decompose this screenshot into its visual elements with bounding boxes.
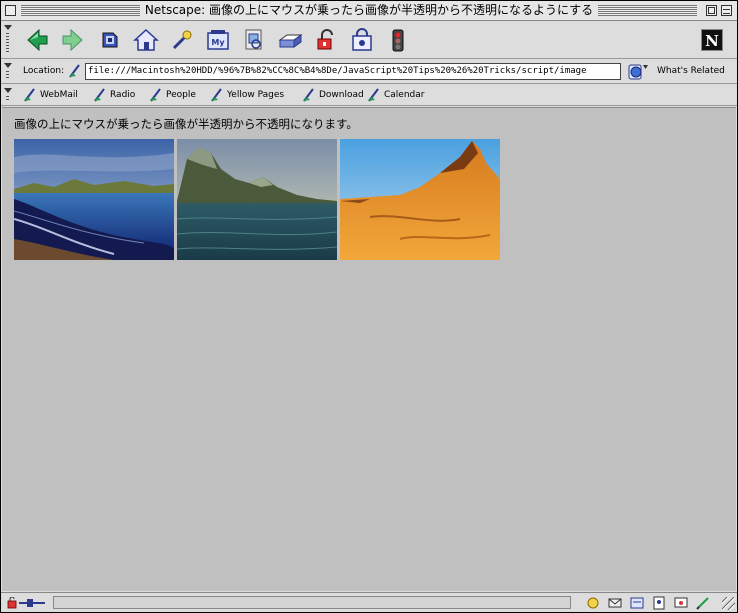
location-label: Location: [23, 66, 65, 76]
bookmark-people[interactable]: People [149, 87, 196, 103]
forward-arrow-icon [62, 28, 83, 52]
title-bar[interactable]: Netscape: 画像の上にマウスが乗ったら画像が半透明から不透明になるように… [1, 1, 737, 21]
whats-related-icon[interactable] [627, 62, 649, 81]
bookmark-radio[interactable]: Radio [93, 87, 135, 103]
pen-icon[interactable] [695, 595, 711, 611]
my-netscape-button[interactable]: My [205, 27, 231, 53]
browser-window: Netscape: 画像の上にマウスが乗ったら画像が半透明から不透明になるように… [0, 0, 738, 613]
resize-grip[interactable] [722, 597, 735, 610]
window-title: Netscape: 画像の上にマウスが乗ったら画像が半透明から不透明になるように… [139, 3, 599, 17]
home-button[interactable] [133, 27, 159, 53]
bookmark-icon [303, 88, 314, 102]
shop-icon [352, 28, 372, 51]
security-button[interactable] [313, 27, 339, 53]
location-collapse-grip[interactable] [2, 61, 14, 81]
netscape-logo: N [701, 29, 723, 51]
print-icon [278, 34, 303, 48]
beach-landscape-image[interactable] [14, 139, 174, 260]
bookmark-calendar[interactable]: Calendar [367, 87, 424, 103]
svg-text:My: My [211, 38, 225, 47]
bookmark-icon [150, 88, 161, 102]
close-box[interactable] [5, 5, 16, 16]
print-button[interactable] [277, 27, 303, 53]
address-book-icon[interactable] [651, 595, 667, 611]
bookmark-icon [211, 88, 222, 102]
stop-icon [392, 29, 404, 52]
home-icon [133, 28, 159, 51]
reload-icon [102, 32, 118, 48]
status-message-field [53, 596, 571, 609]
status-bar [1, 592, 737, 612]
my-netscape-icon: My [207, 30, 229, 50]
bookmark-label: People [166, 90, 196, 100]
zoom-box[interactable] [706, 5, 717, 16]
bookmark-label: WebMail [40, 90, 78, 100]
images-icon [245, 29, 262, 50]
window-title-wrap: Netscape: 画像の上にマウスが乗ったら画像が半透明から不透明になるように… [1, 3, 737, 18]
forward-button[interactable] [59, 27, 85, 53]
security-status-icon[interactable] [7, 597, 47, 609]
whats-related-button[interactable]: What's Related [657, 66, 725, 76]
search-icon [172, 30, 192, 50]
lake-mountain-image[interactable] [177, 139, 337, 260]
mail-icon[interactable] [607, 595, 623, 611]
location-input[interactable]: file:///Macintosh%20HDD/%96%7B%82%CC%8C%… [85, 63, 621, 80]
back-button[interactable] [25, 27, 51, 53]
stop-button[interactable] [385, 27, 411, 53]
lock-icon [317, 29, 333, 50]
bookmark-label: Radio [110, 90, 136, 100]
collapse-box[interactable] [721, 5, 732, 16]
reload-button[interactable] [97, 27, 123, 53]
personal-toolbar: WebMail Radio People Yellow Pages Downlo… [1, 84, 737, 106]
navigator-icon[interactable] [585, 595, 601, 611]
page-proxy-icon[interactable] [67, 63, 83, 79]
personal-collapse-grip[interactable] [2, 86, 14, 103]
bookmark-icon [24, 88, 35, 102]
desert-mountain-image[interactable] [340, 139, 500, 260]
bookmark-webmail[interactable]: WebMail [23, 87, 78, 103]
instant-messenger-icon[interactable] [673, 595, 689, 611]
bookmark-download[interactable]: Download [302, 87, 364, 103]
bookmark-icon [94, 88, 105, 102]
bookmark-label: Calendar [384, 90, 425, 100]
location-toolbar: Location: file:///Macintosh%20HDD/%96%7B… [1, 59, 737, 84]
navigation-toolbar: My N [1, 21, 737, 59]
composer-icon[interactable] [629, 595, 645, 611]
page-content: 画像の上にマウスが乗ったら画像が半透明から不透明になります。 [2, 107, 736, 591]
images-button[interactable] [241, 27, 267, 53]
bookmark-label: Yellow Pages [227, 90, 285, 100]
bookmark-icon [368, 88, 379, 102]
toolbar-collapse-grip[interactable] [2, 23, 14, 56]
bookmark-yellow-pages[interactable]: Yellow Pages [210, 87, 284, 103]
back-arrow-icon [27, 28, 48, 52]
search-button[interactable] [169, 27, 195, 53]
shop-button[interactable] [349, 27, 375, 53]
page-heading: 画像の上にマウスが乗ったら画像が半透明から不透明になります。 [14, 117, 358, 131]
bookmark-label: Download [319, 90, 364, 100]
